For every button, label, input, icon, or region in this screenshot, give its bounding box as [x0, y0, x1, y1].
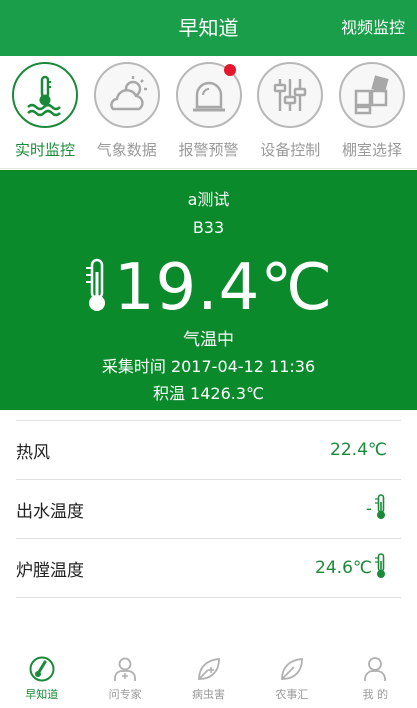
tab-label: 病虫害 [192, 688, 226, 701]
sensor-value: 22.4℃ [330, 440, 387, 460]
list-item[interactable]: 炉膛温度 24.6℃ [16, 539, 401, 598]
leaf-plus-icon [197, 658, 220, 680]
sensor-value: - [365, 499, 372, 519]
alarm-badge [223, 64, 236, 76]
tab-mine[interactable]: 我 的 [334, 644, 417, 708]
sensor-value-wrap: 22.4℃ [330, 440, 401, 460]
tab-farm-affairs[interactable]: 农事汇 [250, 644, 333, 708]
tab-ask-expert[interactable]: 问专家 [83, 644, 166, 708]
sensor-name: 热风 [16, 442, 50, 463]
sensor-value-wrap: 24.6℃ [315, 552, 401, 584]
video-monitor-button[interactable]: 视频监控 [341, 0, 405, 56]
doctor-icon [114, 657, 137, 681]
sensor-name: 炉膛温度 [16, 560, 84, 581]
current-reading-panel: a测试 B33 19.4℃ 气温中 采集时间 2017-04-12 11:36 … [0, 170, 417, 410]
function-icon-bar: 实时监控 气象数据 报警预警 设备控制 棚室选择 [0, 56, 417, 169]
tab-pests[interactable]: 病虫害 [167, 644, 250, 708]
air-temperature-value: 19.4℃ [113, 251, 334, 325]
device-control-tab[interactable]: 设备控制 [251, 56, 329, 169]
app-header: 早知道 视频监控 [0, 0, 417, 56]
realtime-monitor-tab[interactable]: 实时监控 [6, 56, 84, 169]
weather-data-label: 气象数据 [96, 141, 157, 159]
bottom-tab-bar: 早知道 问专家 病虫害 农事汇 我 的 [0, 644, 417, 708]
user-icon [364, 657, 387, 681]
greenhouse-select-label: 棚室选择 [341, 141, 402, 159]
tab-label: 我 的 [362, 688, 389, 701]
list-item[interactable]: 热风 22.4℃ [16, 420, 401, 480]
sensor-value: 24.6℃ [315, 558, 372, 578]
cloud-sun-icon [93, 62, 160, 128]
grid-blocks-icon [339, 62, 405, 128]
thermometer-water-icon [12, 62, 78, 128]
sensor-list: 热风 22.4℃ 出水温度 - 炉膛温度 24.6℃ [16, 420, 401, 598]
station-name: a测试 [187, 190, 230, 209]
alarm-warning-label: 报警预警 [178, 141, 239, 159]
sensor-name: 出水温度 [16, 501, 84, 522]
tab-label: 农事汇 [275, 688, 309, 701]
tab-label: 早知道 [25, 688, 59, 701]
tab-label: 问专家 [108, 688, 142, 701]
thermometer-icon [84, 258, 110, 318]
temperature-status: 气温中 [183, 330, 234, 350]
collection-time: 采集时间 2017-04-12 11:36 [101, 357, 316, 376]
alarm-warning-tab[interactable]: 报警预警 [170, 56, 248, 169]
temperature-row: 19.4℃ [0, 250, 417, 326]
device-control-label: 设备控制 [260, 141, 321, 159]
thermometer-icon [29, 656, 55, 682]
leaf-icon [281, 658, 303, 680]
thermometer-icon [375, 493, 387, 525]
tab-zaozhidao[interactable]: 早知道 [0, 644, 83, 708]
realtime-monitor-label: 实时监控 [14, 141, 75, 159]
sliders-icon [257, 62, 324, 128]
list-item[interactable]: 出水温度 - [16, 480, 401, 539]
station-code: B33 [192, 218, 225, 237]
accumulated-temperature: 积温 1426.3℃ [152, 384, 265, 403]
sensor-value-wrap: - [365, 493, 401, 525]
weather-data-tab[interactable]: 气象数据 [88, 56, 166, 169]
greenhouse-select-tab[interactable]: 棚室选择 [333, 56, 411, 169]
thermometer-icon [375, 552, 387, 584]
